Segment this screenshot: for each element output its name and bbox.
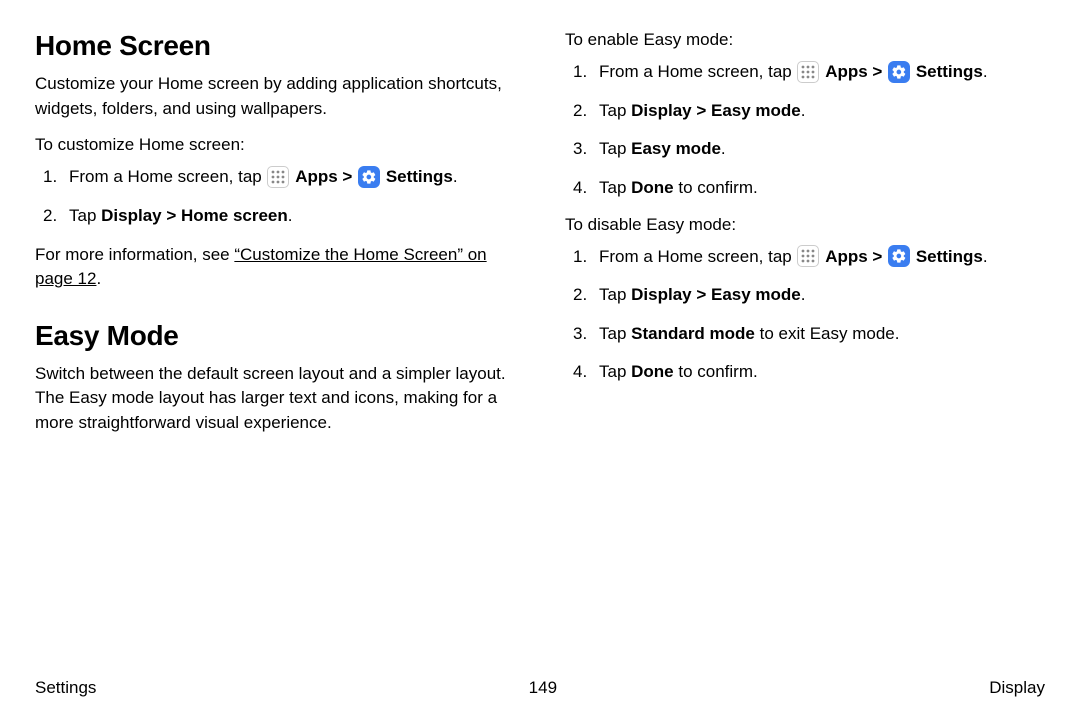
period: . [983,247,988,266]
step-bold: Easy mode [631,139,721,158]
apps-icon [267,166,289,188]
settings-label: Settings [916,62,983,81]
apps-icon [797,61,819,83]
list-item: Tap Standard mode to exit Easy mode. [565,322,1045,347]
step-bold: Display > Easy mode [631,285,801,304]
list-item: Tap Done to confirm. [565,360,1045,385]
list-item: Tap Display > Home screen. [35,204,515,229]
separator: > [338,167,357,186]
heading-home-screen: Home Screen [35,30,515,62]
apps-label: Apps [295,167,338,186]
step-bold: Display > Easy mode [631,101,801,120]
settings-icon [358,166,380,188]
step-text: From a Home screen, tap [599,247,796,266]
period: . [288,206,293,225]
list-item: Tap Easy mode. [565,137,1045,162]
more-info-pre: For more information, see [35,245,234,264]
disable-steps: From a Home screen, tap Apps > Settings.… [565,245,1045,386]
enable-lead: To enable Easy mode: [565,30,1045,50]
step-text: Tap [599,178,631,197]
period: . [801,101,806,120]
list-item: Tap Done to confirm. [565,176,1045,201]
list-item: From a Home screen, tap Apps > Settings. [565,60,1045,85]
page-footer: Settings 149 Display [35,678,1045,698]
disable-lead: To disable Easy mode: [565,215,1045,235]
separator: > [868,62,887,81]
home-screen-intro: Customize your Home screen by adding app… [35,72,515,121]
period: . [96,269,101,288]
apps-label: Apps [825,62,868,81]
apps-label: Apps [825,247,868,266]
step-bold: Display > Home screen [101,206,288,225]
step-text: Tap [599,139,631,158]
apps-icon [797,245,819,267]
step-text: From a Home screen, tap [69,167,266,186]
step-text: Tap [599,324,631,343]
step-text: Tap [599,101,631,120]
easy-mode-intro: Switch between the default screen layout… [35,362,515,436]
heading-easy-mode: Easy Mode [35,320,515,352]
footer-right: Display [989,678,1045,698]
left-column: Home Screen Customize your Home screen b… [35,30,515,450]
step-text: Tap [599,285,631,304]
right-column: To enable Easy mode: From a Home screen,… [565,30,1045,450]
period: . [983,62,988,81]
step-bold: Standard mode [631,324,755,343]
period: . [453,167,458,186]
enable-steps: From a Home screen, tap Apps > Settings.… [565,60,1045,201]
step-bold: Done [631,178,674,197]
more-info: For more information, see “Customize the… [35,243,515,292]
list-item: Tap Display > Easy mode. [565,283,1045,308]
list-item: From a Home screen, tap Apps > Settings. [35,165,515,190]
settings-icon [888,245,910,267]
separator: > [868,247,887,266]
settings-label: Settings [386,167,453,186]
settings-icon [888,61,910,83]
period: . [801,285,806,304]
footer-page-number: 149 [529,678,557,698]
step-text: Tap [599,362,631,381]
footer-left: Settings [35,678,96,698]
step-post: to confirm. [674,362,758,381]
step-text: From a Home screen, tap [599,62,796,81]
step-text: Tap [69,206,101,225]
step-bold: Done [631,362,674,381]
customize-steps: From a Home screen, tap Apps > Settings.… [35,165,515,228]
step-post: to confirm. [674,178,758,197]
step-post: to exit Easy mode. [755,324,900,343]
list-item: From a Home screen, tap Apps > Settings. [565,245,1045,270]
customize-lead: To customize Home screen: [35,135,515,155]
period: . [721,139,726,158]
settings-label: Settings [916,247,983,266]
list-item: Tap Display > Easy mode. [565,99,1045,124]
